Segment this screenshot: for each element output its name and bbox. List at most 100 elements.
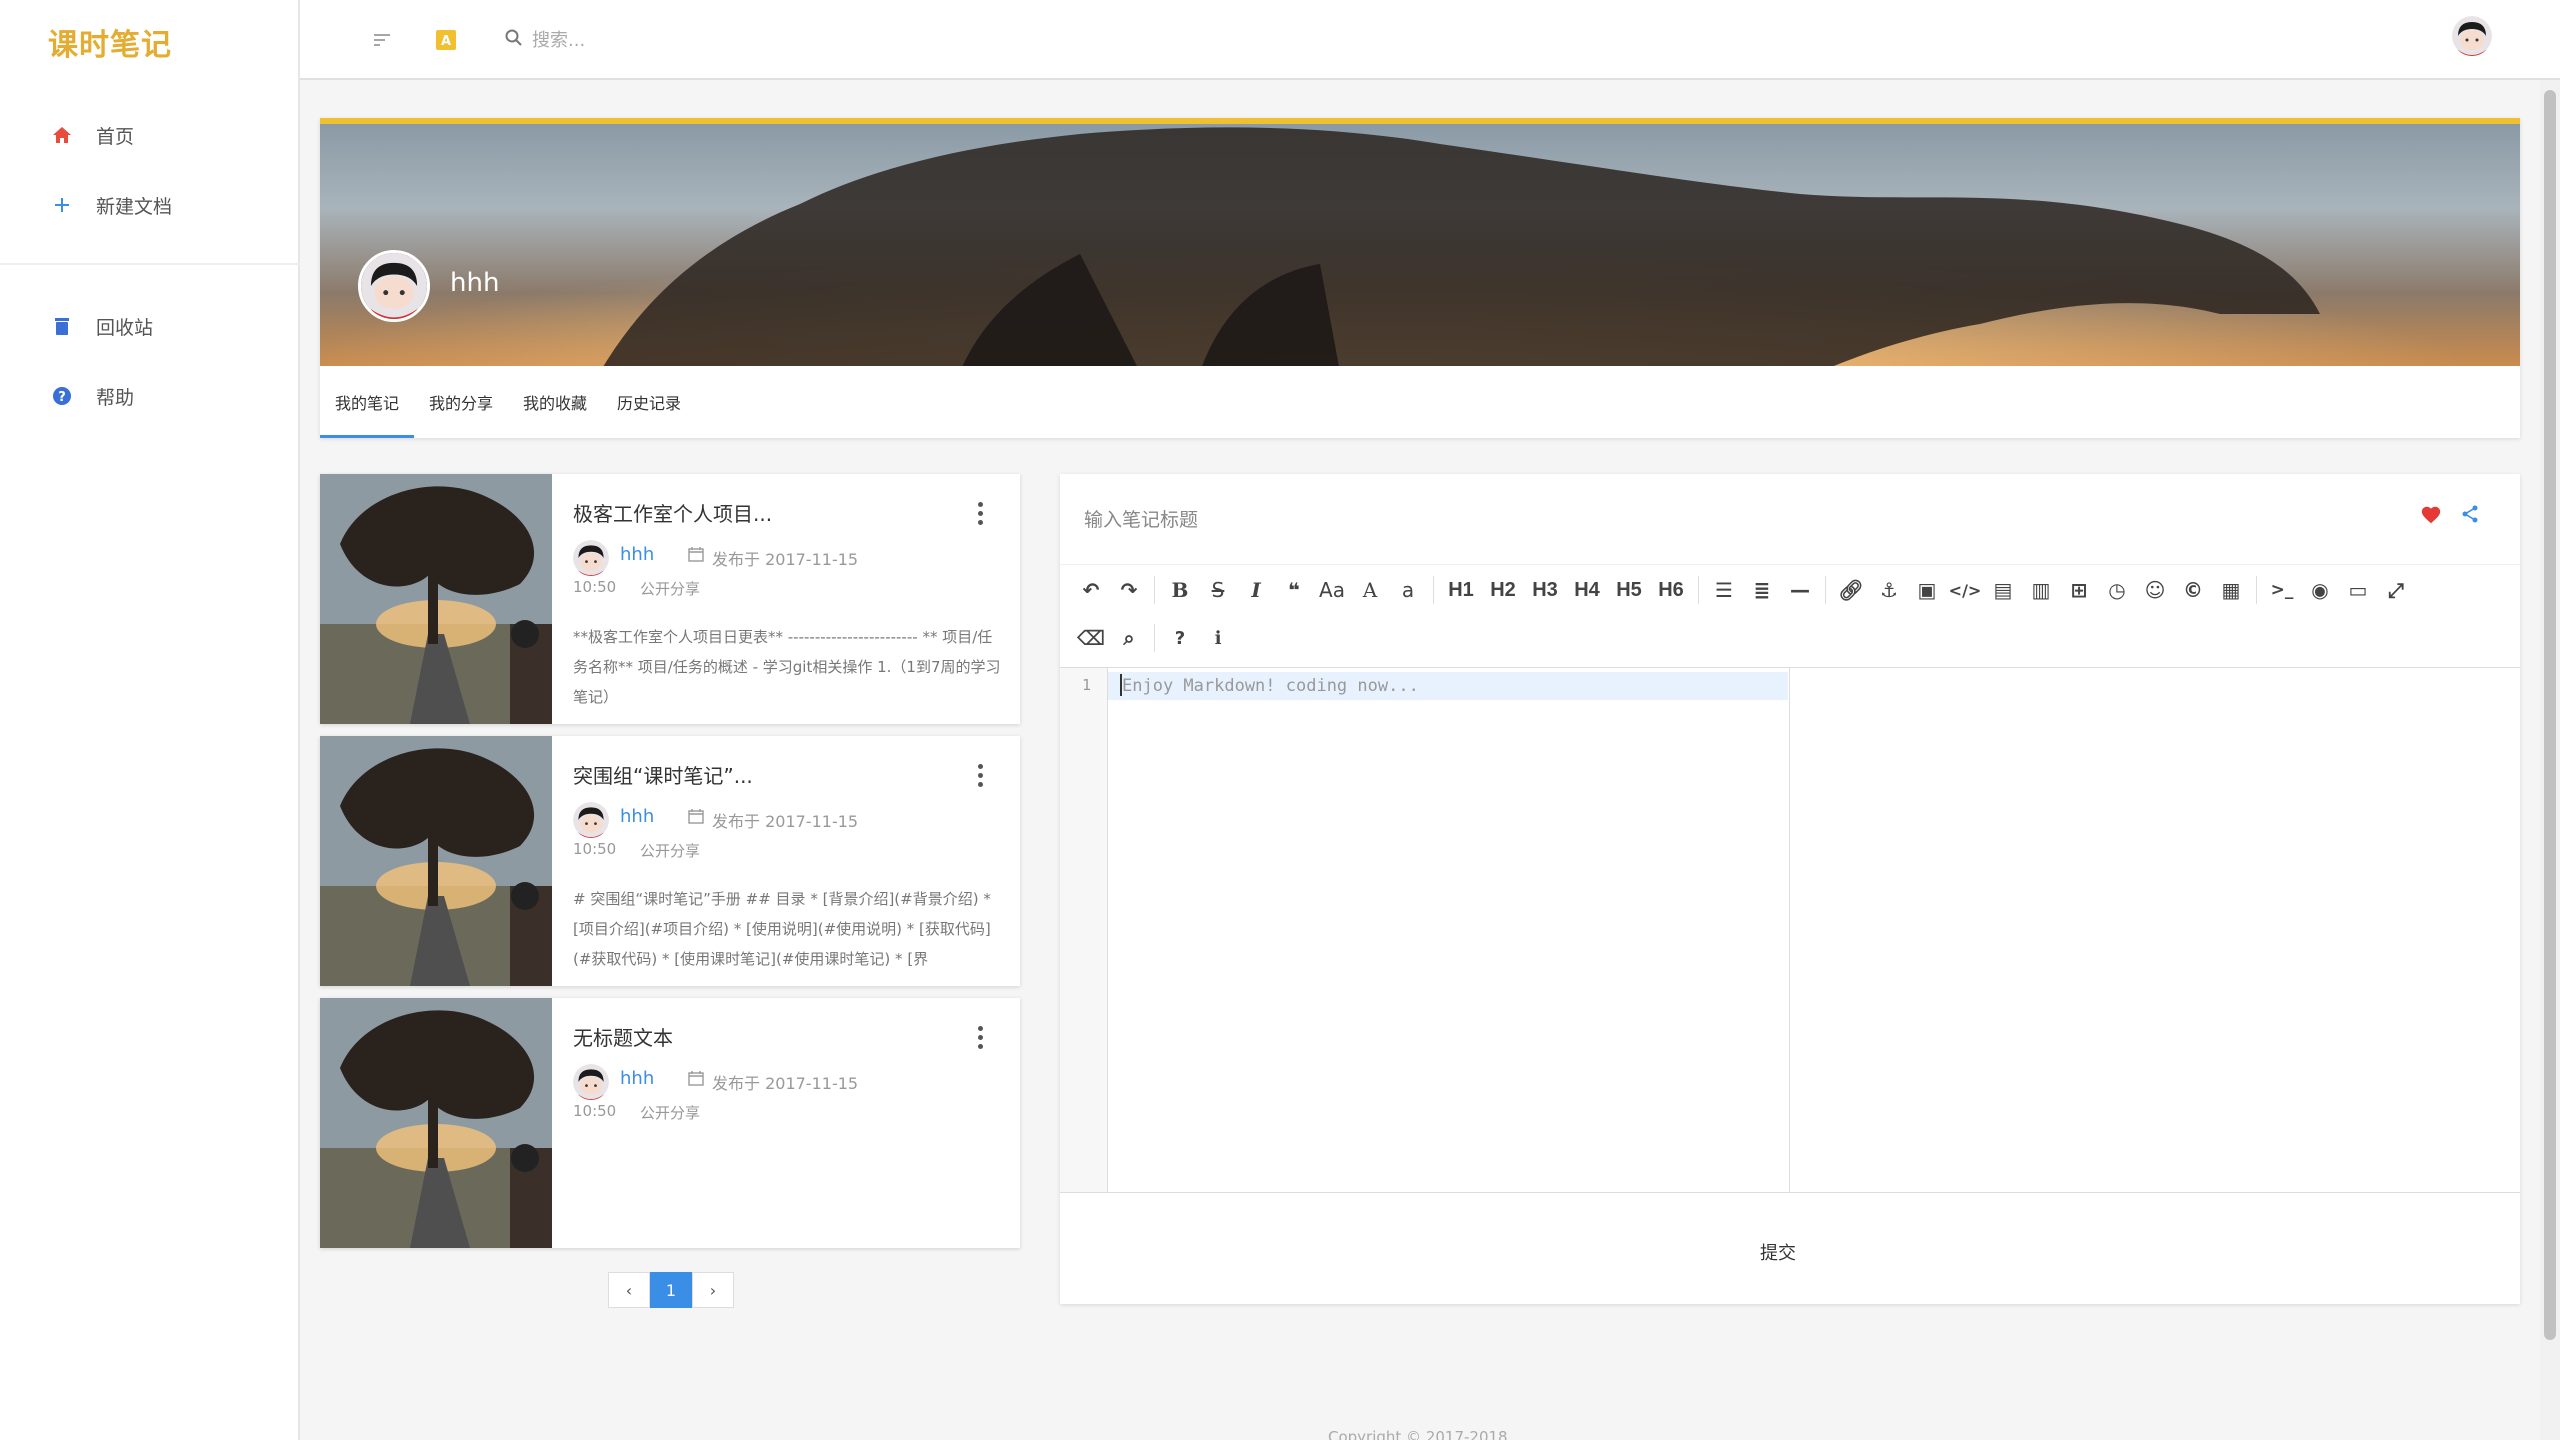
markdown-editor: ↶ ↷ B S I ❝ Aa A a H1 H2 H3 H4 H5 H6 ☰ ≣… [1060, 474, 2520, 1304]
heading-4-button[interactable]: H4 [1566, 570, 1608, 610]
note-author[interactable]: hhh [620, 806, 654, 827]
next-page-button[interactable]: › [692, 1272, 734, 1308]
strikethrough-icon[interactable]: S [1199, 570, 1237, 610]
note-title[interactable]: 无标题文本 [573, 1022, 673, 1051]
sidebar-item-home[interactable]: 首页 [0, 100, 300, 170]
more-vert-icon[interactable] [970, 498, 990, 528]
search-replace-icon[interactable]: ⌕ [1110, 618, 1148, 658]
toolbar-separator [1825, 576, 1826, 604]
tab-my-notes[interactable]: 我的笔记 [320, 366, 415, 438]
code-icon[interactable]: </> [1946, 570, 1984, 610]
note-time: 10:50 [573, 578, 617, 596]
heading-6-button[interactable]: H6 [1650, 570, 1692, 610]
note-date: 发布于 2017-11-15 [712, 550, 859, 569]
profile-avatar[interactable] [358, 250, 430, 322]
toolbar-separator [1154, 576, 1155, 604]
note-title[interactable]: 突围组“课时笔记”... [573, 760, 753, 789]
heading-1-button[interactable]: H1 [1440, 570, 1482, 610]
tab-history[interactable]: 历史记录 [602, 366, 696, 438]
toolbar-separator [2256, 576, 2257, 604]
submit-button[interactable]: 提交 [1760, 1239, 1796, 1265]
note-share-status: 公开分享 [640, 1104, 701, 1122]
redo-icon[interactable]: ↷ [1110, 570, 1148, 610]
submit-bar: 提交 [1060, 1192, 2520, 1304]
code-editor-pane[interactable]: 1 Enjoy Markdown! coding now... [1060, 668, 1790, 1192]
goto-line-icon[interactable]: >_ [2263, 570, 2301, 610]
page-scrollbar[interactable] [2540, 80, 2560, 1440]
note-author[interactable]: hhh [620, 544, 654, 565]
sidebar-item-help[interactable]: ? 帮助 [0, 361, 300, 431]
search-input[interactable] [532, 24, 932, 56]
plus-icon [50, 193, 74, 217]
html-entities-icon[interactable]: © [2174, 570, 2212, 610]
anchor-icon[interactable]: ⚓︎ [1870, 570, 1908, 610]
fullscreen-icon[interactable]: ⤢ [2377, 570, 2415, 610]
horizontal-rule-icon[interactable]: — [1781, 570, 1819, 610]
pagebreak-icon[interactable]: ▦ [2212, 570, 2250, 610]
tab-my-favorites[interactable]: 我的收藏 [508, 366, 602, 438]
heading-5-button[interactable]: H5 [1608, 570, 1650, 610]
sidebar: 课时笔记 首页 新建文档 回收站 ? 帮助 [0, 0, 300, 1440]
note-thumbnail [320, 474, 552, 724]
sidebar-item-new-doc[interactable]: 新建文档 [0, 170, 300, 240]
note-share-status: 公开分享 [640, 842, 701, 860]
undo-icon[interactable]: ↶ [1072, 570, 1110, 610]
more-vert-icon[interactable] [970, 1022, 990, 1052]
nav-group-main: 首页 新建文档 [0, 100, 300, 240]
page-number-button[interactable]: 1 [650, 1272, 692, 1308]
italic-icon[interactable]: I [1237, 570, 1275, 610]
code-block-icon[interactable]: ▥ [2022, 570, 2060, 610]
datetime-icon[interactable]: ◷ [2098, 570, 2136, 610]
more-vert-icon[interactable] [970, 760, 990, 790]
sidebar-item-trash[interactable]: 回收站 [0, 291, 300, 361]
lowercase-icon[interactable]: a [1389, 570, 1427, 610]
trash-icon [50, 314, 74, 338]
info-icon[interactable]: ℹ [1199, 618, 1237, 658]
note-author[interactable]: hhh [620, 1068, 654, 1089]
bold-icon[interactable]: B [1161, 570, 1199, 610]
home-icon [50, 123, 74, 147]
note-date: 发布于 2017-11-15 [712, 1074, 859, 1093]
ordered-list-icon[interactable]: ≣ [1743, 570, 1781, 610]
banner-tree-image [320, 124, 2520, 366]
emoji-icon[interactable]: ☺ [2136, 570, 2174, 610]
tab-my-shares[interactable]: 我的分享 [414, 366, 508, 438]
share-icon[interactable] [2460, 504, 2484, 528]
nav-group-secondary: 回收站 ? 帮助 [0, 291, 300, 431]
image-icon[interactable]: ▣ [1908, 570, 1946, 610]
svg-text:A: A [441, 34, 451, 49]
uppercase-icon[interactable]: Aa [1313, 570, 1351, 610]
search-icon[interactable] [504, 28, 528, 52]
note-title[interactable]: 极客工作室个人项目... [573, 498, 772, 527]
preformatted-code-icon[interactable]: ▤ [1984, 570, 2022, 610]
toggle-preview-icon[interactable]: ◉ [2301, 570, 2339, 610]
capitalize-icon[interactable]: A [1351, 570, 1389, 610]
html-preview-icon[interactable]: ▭ [2339, 570, 2377, 610]
sort-icon[interactable] [370, 28, 394, 52]
toolbar-separator [1154, 624, 1155, 652]
user-avatar[interactable] [2452, 16, 2492, 56]
eraser-icon[interactable]: ⌫ [1072, 618, 1110, 658]
code-placeholder: Enjoy Markdown! coding now... [1122, 676, 1419, 696]
note-thumbnail [320, 736, 552, 986]
prev-page-button[interactable]: ‹ [608, 1272, 650, 1308]
note-thumbnail [320, 998, 552, 1248]
note-share-status: 公开分享 [640, 580, 701, 598]
font-icon[interactable]: A [434, 28, 458, 52]
profile-card: hhh 我的笔记 我的分享 我的收藏 历史记录 [320, 118, 2520, 438]
note-title-input[interactable] [1084, 500, 2384, 540]
link-icon[interactable]: 🔗︎ [1832, 570, 1870, 610]
brand-logo[interactable]: 课时笔记 [48, 20, 172, 64]
quote-icon[interactable]: ❝ [1275, 570, 1313, 610]
toolbar-row: ↶ ↷ B S I ❝ Aa A a H1 H2 H3 H4 H5 H6 ☰ ≣… [1072, 567, 2415, 613]
scrollbar-thumb[interactable] [2544, 90, 2556, 1340]
note-card[interactable]: 极客工作室个人项目... hhh 发布于 2017-11-15 10:50 公开… [320, 474, 1020, 724]
unordered-list-icon[interactable]: ☰ [1705, 570, 1743, 610]
help-circle-icon[interactable]: ? [1161, 618, 1199, 658]
note-card[interactable]: 无标题文本 hhh 发布于 2017-11-15 10:50 公开分享 [320, 998, 1020, 1248]
table-icon[interactable]: ⊞ [2060, 570, 2098, 610]
heading-2-button[interactable]: H2 [1482, 570, 1524, 610]
heading-3-button[interactable]: H3 [1524, 570, 1566, 610]
note-card[interactable]: 突围组“课时笔记”... hhh 发布于 2017-11-15 10:50 公开… [320, 736, 1020, 986]
heart-icon[interactable] [2420, 504, 2444, 528]
